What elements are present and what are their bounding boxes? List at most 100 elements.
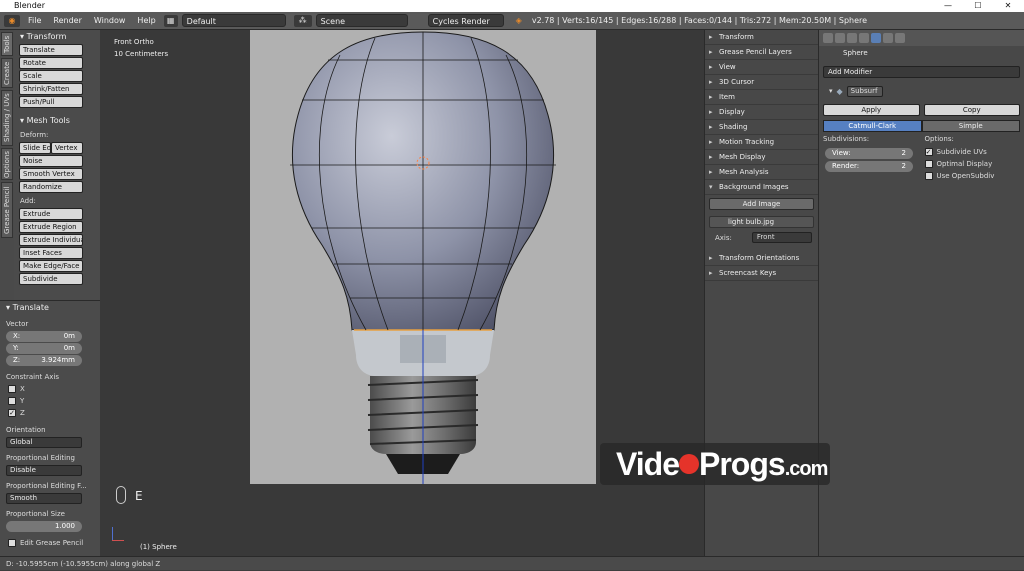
layout-selector[interactable]: Default (181, 14, 286, 27)
npanel-item[interactable]: ▸ Item (705, 90, 818, 105)
menu-help[interactable]: Help (133, 16, 159, 25)
properties-editor: Sphere Add Modifier ▾ ◆ Subsurf Apply Co… (818, 30, 1024, 556)
collapse-icon[interactable]: ▾ (829, 87, 833, 95)
npanel-screencast-keys[interactable]: ▸ Screencast Keys (705, 266, 818, 281)
modifier-tab-icon[interactable] (871, 33, 881, 43)
scene-tab-icon[interactable] (835, 33, 845, 43)
scene-selector[interactable]: Scene (315, 14, 408, 27)
close-button[interactable]: ✕ (996, 0, 1020, 12)
tab-create[interactable]: Create (1, 58, 13, 88)
blender-logo-icon[interactable]: ◉ (4, 14, 20, 27)
status-bar: D: -10.5955cm (-10.5955cm) along global … (0, 556, 1024, 570)
vector-y-field[interactable]: Y: 0m (6, 343, 82, 354)
npanel-view[interactable]: ▸ View (705, 60, 818, 75)
npanel-shading[interactable]: ▸ Shading (705, 120, 818, 135)
modifier-name-field[interactable]: Subsurf (846, 85, 883, 97)
rotate-button[interactable]: Rotate (19, 57, 83, 69)
npanel-transform-orientations[interactable]: ▸ Transform Orientations (705, 251, 818, 266)
checkbox-optimal[interactable] (924, 160, 933, 168)
view-levels-field[interactable]: View: 2 (825, 148, 913, 159)
apply-button[interactable]: Apply (823, 104, 920, 116)
object-tab-icon[interactable] (859, 33, 869, 43)
catmull-clark-toggle[interactable]: Catmull-Clark (823, 120, 922, 132)
render-tab-icon[interactable] (823, 33, 833, 43)
randomize-button[interactable]: Randomize (19, 181, 83, 193)
proportional-size-field[interactable]: 1.000 (6, 521, 82, 532)
vector-x-field[interactable]: X: 0m (6, 331, 82, 342)
bg-image-name[interactable]: light bulb.jpg (709, 216, 814, 228)
checkbox-x[interactable] (8, 385, 16, 393)
transform-panel-header[interactable]: Transform (14, 30, 100, 43)
edit-grease-pencil-checkbox[interactable]: Edit Grease Pencil (0, 537, 100, 549)
slide-vertex-button[interactable]: Vertex (51, 142, 83, 154)
scale-button[interactable]: Scale (19, 70, 83, 82)
subdivide-button[interactable]: Subdivide (19, 273, 83, 285)
tab-tools[interactable]: Tools (1, 32, 13, 56)
constraint-z-checkbox[interactable]: ✓ Z (0, 407, 100, 419)
add-image-button[interactable]: Add Image (709, 198, 814, 210)
copy-button[interactable]: Copy (923, 104, 1020, 116)
translate-button[interactable]: Translate (19, 44, 83, 56)
extrude-menu[interactable]: Extrude (19, 208, 83, 220)
make-edge-face-button[interactable]: Make Edge/Face (19, 260, 83, 272)
optimal-display-checkbox[interactable]: Optimal Display (924, 158, 1021, 170)
properties-context-tabs (819, 30, 1024, 46)
orientation-dropdown[interactable]: Global (6, 437, 82, 448)
proportional-editing-dropdown[interactable]: Disable (6, 465, 82, 476)
vector-z-field[interactable]: Z: 3.924mm (6, 355, 82, 366)
tab-options[interactable]: Options (1, 148, 13, 180)
npanel-mesh-analysis[interactable]: ▸ Mesh Analysis (705, 165, 818, 180)
options-column: Options: ✓ Subdivide UVs Optimal Display … (919, 135, 1021, 182)
mesh-tools-header[interactable]: Mesh Tools (14, 114, 100, 127)
axis-dropdown[interactable]: Front (751, 232, 812, 243)
npanel-transform[interactable]: ▸ Transform (705, 30, 818, 45)
npanel-background-images[interactable]: ▾ Background Images (705, 180, 818, 195)
simple-toggle[interactable]: Simple (921, 120, 1020, 132)
apply-copy-row: Apply Copy (823, 104, 1020, 116)
maximize-button[interactable]: ☐ (966, 0, 990, 12)
push-pull-button[interactable]: Push/Pull (19, 96, 83, 108)
constraint-axis-label: Constraint Axis (6, 373, 60, 381)
slide-edge-button[interactable]: Slide Ed (19, 142, 51, 154)
minimize-button[interactable]: — (936, 0, 960, 12)
material-tab-icon[interactable] (895, 33, 905, 43)
inset-faces-button[interactable]: Inset Faces (19, 247, 83, 259)
shrink-fatten-button[interactable]: Shrink/Fatten (19, 83, 83, 95)
tab-grease-pencil[interactable]: Grease Pencil (1, 182, 13, 238)
noise-button[interactable]: Noise (19, 155, 83, 167)
use-opensubdiv-checkbox[interactable]: Use OpenSubdiv (924, 170, 1021, 182)
npanel-motion-tracking[interactable]: ▸ Motion Tracking (705, 135, 818, 150)
render-engine-select[interactable]: Cycles Render (427, 14, 504, 27)
blender-version-icon: ◈ (515, 16, 522, 25)
extrude-individual-button[interactable]: Extrude Individual (19, 234, 83, 246)
constraint-x-checkbox[interactable]: X (0, 383, 100, 395)
world-tab-icon[interactable] (847, 33, 857, 43)
npanel-3d-cursor[interactable]: ▸ 3D Cursor (705, 75, 818, 90)
checkbox-checked-icon[interactable]: ✓ (924, 148, 933, 156)
smooth-vertex-button[interactable]: Smooth Vertex (19, 168, 83, 180)
scene-icon[interactable]: ⁂ (293, 14, 312, 27)
add-modifier-dropdown[interactable]: Add Modifier (823, 66, 1020, 78)
info-header: ◉ File Render Window Help ▦ Default ⁂ Sc… (0, 12, 1024, 30)
npanel-mesh-display[interactable]: ▸ Mesh Display (705, 150, 818, 165)
menu-render[interactable]: Render (49, 16, 85, 25)
tab-shading-uvs[interactable]: Shading / UVs (1, 90, 13, 146)
subdivision-type-toggle: Catmull-Clark Simple (823, 120, 1020, 132)
constraint-y-checkbox[interactable]: Y (0, 395, 100, 407)
checkbox-z-checked-icon[interactable]: ✓ (8, 409, 16, 417)
checkbox-edit-gp[interactable] (8, 539, 16, 547)
layout-icon[interactable]: ▦ (163, 14, 178, 27)
npanel-display[interactable]: ▸ Display (705, 105, 818, 120)
data-tab-icon[interactable] (883, 33, 893, 43)
translate-operator-header[interactable]: Translate (0, 301, 100, 314)
menu-file[interactable]: File (24, 16, 45, 25)
checkbox-y[interactable] (8, 397, 16, 405)
render-levels-field[interactable]: Render: 2 (825, 161, 913, 172)
light-bulb-mesh[interactable] (250, 30, 596, 484)
extrude-region-button[interactable]: Extrude Region (19, 221, 83, 233)
checkbox-opensubdiv[interactable] (924, 172, 933, 180)
proportional-falloff-dropdown[interactable]: Smooth (6, 493, 82, 504)
subdivide-uvs-checkbox[interactable]: ✓ Subdivide UVs (924, 146, 1021, 158)
menu-window[interactable]: Window (90, 16, 130, 25)
npanel-grease-pencil-layers[interactable]: ▸ Grease Pencil Layers (705, 45, 818, 60)
